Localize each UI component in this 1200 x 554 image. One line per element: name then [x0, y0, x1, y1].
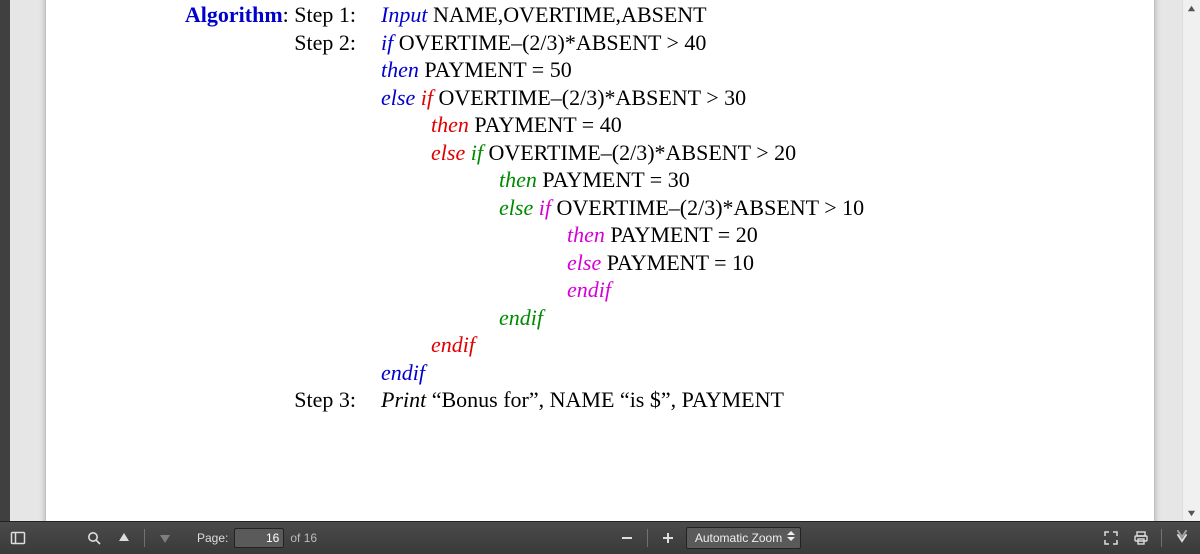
zoom-out-button[interactable] [615, 526, 639, 550]
find-button[interactable] [82, 526, 106, 550]
page-total: of 16 [290, 531, 317, 545]
toolbar: Page: of 16 Automatic Zoom [0, 521, 1200, 554]
step3-label: Step 3: [46, 386, 381, 414]
line-else10: . else PAYMENT = 10 [46, 249, 1154, 277]
line-endif-green: . endif [46, 304, 1154, 332]
line-endif-red: . endif [46, 331, 1154, 359]
cond40: OVERTIME–(2/3)*ABSENT > 40 [393, 30, 706, 55]
sidebar-toggle-button[interactable] [6, 526, 30, 550]
zoom-select-label: Automatic Zoom [695, 531, 782, 545]
scroll-track[interactable] [1183, 17, 1200, 505]
separator [144, 529, 145, 547]
line-then30: . then PAYMENT = 30 [46, 166, 1154, 194]
line-else-if30: . else if OVERTIME–(2/3)*ABSENT > 30 [46, 84, 1154, 112]
line-then50: . then PAYMENT = 50 [46, 56, 1154, 84]
separator [647, 529, 648, 547]
page-number-input[interactable] [234, 528, 284, 548]
scroll-down-arrow[interactable] [1183, 505, 1200, 522]
scroll-up-arrow[interactable] [1183, 0, 1200, 17]
page-area: Algorithm: Step 1: Input NAME,OVERTIME,A… [10, 0, 1190, 522]
line-step3: Step 3: Print “Bonus for”, NAME “is $”, … [46, 386, 1154, 414]
line-then40: . then PAYMENT = 40 [46, 111, 1154, 139]
step2-label: Step 2: [46, 29, 381, 57]
document-page: Algorithm: Step 1: Input NAME,OVERTIME,A… [45, 0, 1155, 522]
line-step2-if40: Step 2: if OVERTIME–(2/3)*ABSENT > 40 [46, 29, 1154, 57]
line-else-if20: . else if OVERTIME–(2/3)*ABSENT > 20 [46, 139, 1154, 167]
step1-label: Algorithm: Step 1: [46, 1, 381, 29]
line-step1: Algorithm: Step 1: Input NAME,OVERTIME,A… [46, 1, 1154, 29]
zoom-in-button[interactable] [656, 526, 680, 550]
kw-input: Input [381, 2, 427, 27]
line-endif-blue: . endif [46, 359, 1154, 387]
next-page-button[interactable] [153, 526, 177, 550]
tools-menu-button[interactable] [1170, 526, 1194, 550]
presentation-button[interactable] [1099, 526, 1123, 550]
line-else-if10: . else if OVERTIME–(2/3)*ABSENT > 10 [46, 194, 1154, 222]
prev-page-button[interactable] [112, 526, 136, 550]
zoom-select[interactable]: Automatic Zoom [686, 527, 801, 549]
line-then20: . then PAYMENT = 20 [46, 221, 1154, 249]
pdf-viewer: Algorithm: Step 1: Input NAME,OVERTIME,A… [0, 0, 1200, 554]
print-button[interactable] [1129, 526, 1153, 550]
vertical-scrollbar[interactable] [1182, 0, 1200, 522]
algorithm-content: Algorithm: Step 1: Input NAME,OVERTIME,A… [46, 1, 1154, 414]
line-endif-magenta: . endif [46, 276, 1154, 304]
kw-if: if [381, 30, 393, 55]
separator [1161, 529, 1162, 547]
page-label: Page: [197, 531, 228, 545]
input-vars: NAME,OVERTIME,ABSENT [427, 2, 706, 27]
